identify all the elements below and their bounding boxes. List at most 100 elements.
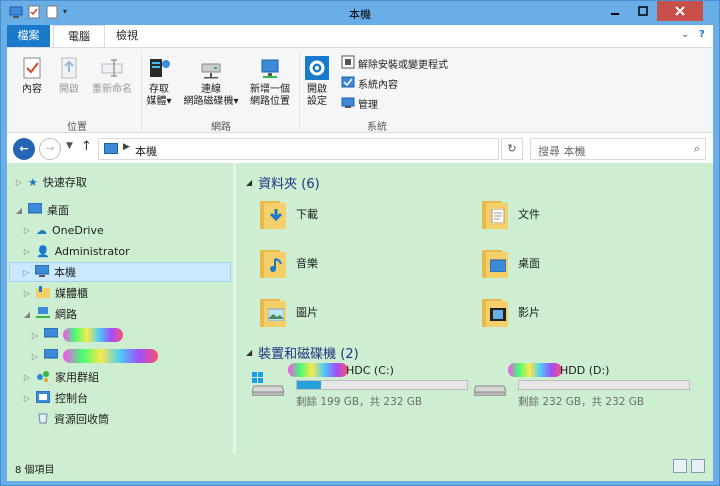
drive-d[interactable]: HDD (D:) 剩餘 232 GB，共 232 GB [474, 363, 704, 412]
content-pane: ◢ 資料夾 (6) 下載 文件 音樂 桌面 圖片 影片 ◢ 裝置和磁碟機 (2)… [236, 163, 713, 453]
nav-item-quick-access[interactable]: ▷ ★ 快速存取 [15, 172, 87, 192]
open-button[interactable]: 開啟 [55, 56, 83, 96]
nav-label: Administrator [54, 244, 130, 258]
drive-c[interactable]: HDC (C:) 剩餘 199 GB，共 232 GB [252, 363, 482, 412]
chevron-down-icon: ▾ [166, 96, 172, 107]
folder-name: 音樂 [296, 257, 318, 270]
nav-item-desktop[interactable]: ◢ 桌面 [15, 200, 69, 220]
rename-icon [100, 56, 124, 80]
control-panel-icon [35, 390, 51, 406]
nav-item-control-panel[interactable]: ▷ 控制台 [23, 388, 88, 408]
expand-icon[interactable]: ▷ [22, 268, 30, 277]
folders-section-header[interactable]: ◢ 資料夾 (6) [246, 173, 320, 192]
access-media-line1: 存取 [149, 84, 169, 95]
collapse-icon[interactable]: ◢ [15, 206, 23, 215]
folder-videos[interactable]: 影片 [480, 295, 540, 329]
rename-button[interactable]: 重新命名 [87, 56, 137, 96]
system-properties-label: 系統內容 [358, 80, 398, 91]
nav-item-libraries[interactable]: ▷ 媒體櫃 [23, 283, 88, 303]
tab-view[interactable]: 檢視 [107, 25, 147, 47]
system-properties-button[interactable]: 系統內容 [341, 75, 398, 92]
homegroup-icon [36, 370, 50, 385]
nav-item-network-computer[interactable]: ▷ [31, 325, 123, 345]
manage-button[interactable]: 管理 [341, 95, 378, 112]
navigation-pane: ▷ ★ 快速存取 ◢ 桌面 ▷ ☁ OneDrive ▷ 👤 Administr… [7, 163, 233, 453]
nav-item-recycle-bin[interactable]: 資源回收筒 [37, 409, 109, 429]
expand-icon[interactable]: ▷ [15, 178, 23, 187]
drive-name: HDC (C:) [346, 364, 394, 377]
uninstall-program-button[interactable]: 解除安裝或變更程式 [341, 55, 448, 72]
tab-computer[interactable]: 電腦 [53, 25, 105, 47]
folder-documents[interactable]: 文件 [480, 197, 540, 231]
access-media-button[interactable]: 存取 媒體▾ [143, 56, 175, 108]
expand-icon[interactable]: ▷ [31, 352, 39, 361]
collapse-icon: ◢ [246, 348, 253, 357]
properties-button[interactable]: 內容 [17, 56, 47, 96]
expand-icon[interactable]: ▷ [23, 373, 31, 382]
videos-folder-icon [480, 295, 510, 329]
breadcrumb-separator-icon[interactable]: ▶ [123, 142, 130, 152]
search-input[interactable]: 搜尋 本機 ⌕ [530, 138, 706, 160]
expand-icon[interactable]: ▷ [23, 226, 31, 235]
nav-item-this-pc[interactable]: ▷ 本機 [9, 262, 231, 282]
open-settings-line1: 開啟 [307, 84, 327, 95]
breadcrumb-this-pc[interactable]: 本機 [135, 143, 157, 159]
expand-icon[interactable]: ▷ [23, 247, 31, 256]
manage-icon [341, 95, 355, 112]
drive-name: HDD (D:) [560, 364, 610, 377]
computer-icon [43, 327, 59, 343]
refresh-button[interactable]: ↻ [501, 138, 523, 160]
properties-icon [20, 56, 44, 80]
nav-item-network[interactable]: ◢ 網路 [23, 304, 77, 324]
details-view-icon[interactable] [673, 459, 687, 473]
back-button[interactable]: ← [13, 138, 35, 160]
drive-info: 剩餘 199 GB，共 232 GB [296, 396, 423, 408]
tab-file[interactable]: 檔案 [7, 25, 50, 47]
computer-icon [34, 264, 50, 280]
search-icon: ⌕ [693, 142, 700, 155]
chevron-down-icon[interactable]: ⌄ [681, 29, 689, 40]
open-label: 開啟 [59, 84, 79, 95]
nav-item-administrator[interactable]: ▷ 👤 Administrator [23, 241, 130, 261]
nav-item-onedrive[interactable]: ▷ ☁ OneDrive [23, 220, 104, 240]
large-icons-view-icon[interactable] [691, 459, 705, 473]
expand-icon[interactable]: ▷ [23, 289, 31, 298]
status-bar: 8 個項目 [7, 453, 713, 481]
collapse-icon[interactable]: ◢ [23, 310, 31, 319]
explorer-window: ▾ 本機 檔案 電腦 檢視 ⌄ ? 內容 開啟 重新命名 位置 存取 媒體▾ 連… [0, 0, 720, 486]
forward-button[interactable]: → [39, 138, 61, 160]
drives-section-header[interactable]: ◢ 裝置和磁碟機 (2) [246, 343, 359, 362]
nav-label: 網路 [55, 308, 77, 321]
nav-item-network-computer[interactable]: ▷ [31, 346, 158, 366]
folder-name: 影片 [518, 306, 540, 319]
hard-drive-icon [474, 385, 506, 396]
nav-label: 控制台 [55, 392, 88, 405]
add-network-location-button[interactable]: 新增一個 網路位置 [245, 56, 295, 108]
folder-desktop[interactable]: 桌面 [480, 246, 540, 280]
folder-downloads[interactable]: 下載 [258, 197, 318, 231]
ribbon-tabs: 檔案 電腦 檢視 ⌄ ? [7, 25, 713, 47]
help-icon[interactable]: ? [699, 29, 705, 40]
network-location-icon [258, 56, 282, 80]
folder-name: 文件 [518, 208, 540, 221]
up-button[interactable]: ↑ [81, 139, 92, 154]
recent-locations-dropdown[interactable]: ▼ [66, 141, 73, 151]
minimize-button[interactable] [601, 1, 629, 21]
maximize-button[interactable] [629, 1, 656, 21]
folder-pictures[interactable]: 圖片 [258, 295, 318, 329]
redacted-label [288, 363, 348, 377]
address-bar[interactable]: ▶ 本機 ⌄ [98, 138, 583, 160]
library-icon [36, 285, 50, 301]
expand-icon[interactable]: ▷ [23, 394, 31, 403]
close-button[interactable] [657, 1, 703, 21]
nav-item-homegroup[interactable]: ▷ 家用群組 [23, 367, 99, 387]
expand-icon[interactable]: ▷ [31, 331, 39, 340]
map-network-drive-button[interactable]: 連線 網路磁碟機▾ [179, 56, 243, 108]
nav-label: OneDrive [52, 223, 104, 237]
nav-label: 家用群組 [55, 371, 99, 384]
uninstall-label: 解除安裝或變更程式 [358, 60, 448, 71]
folder-music[interactable]: 音樂 [258, 246, 318, 280]
open-settings-button[interactable]: 開啟 設定 [303, 56, 331, 108]
collapse-icon: ◢ [246, 178, 253, 187]
divider [141, 52, 142, 130]
